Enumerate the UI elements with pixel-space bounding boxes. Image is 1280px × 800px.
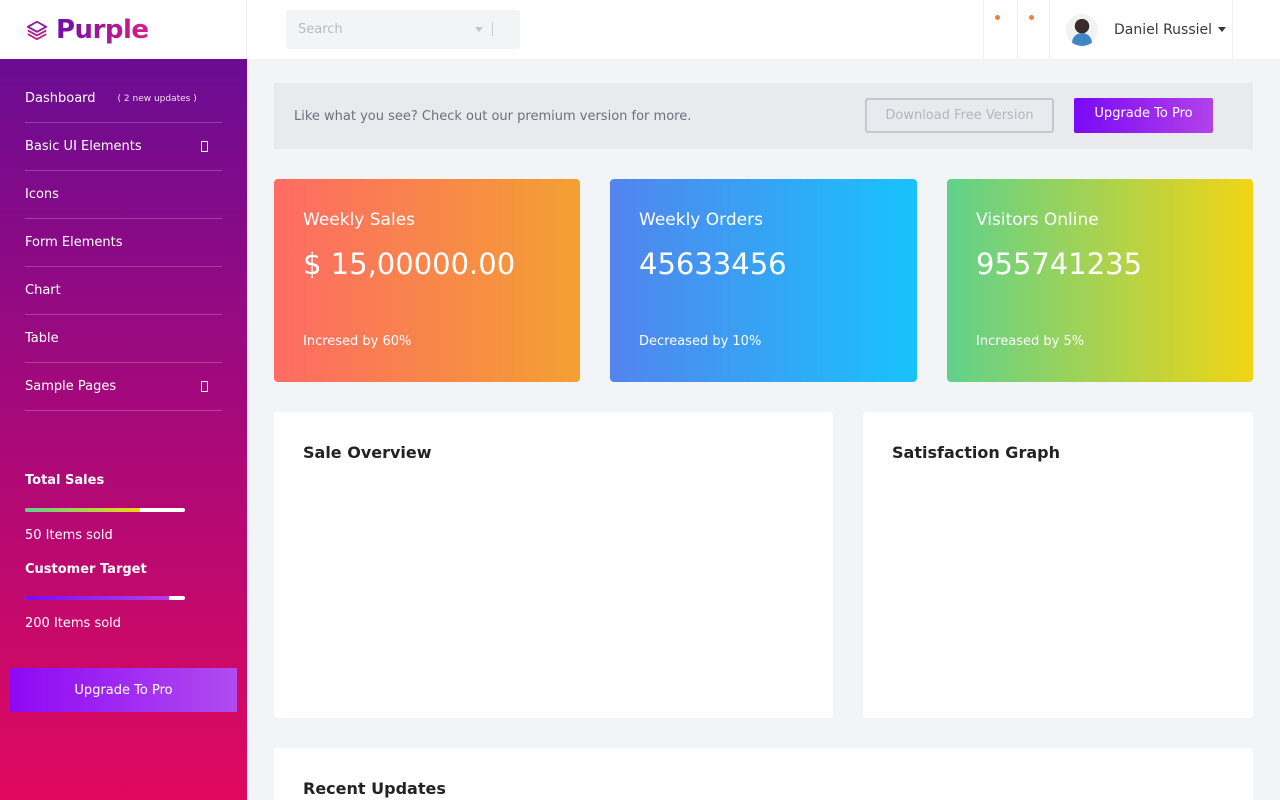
customer-target-progress <box>25 596 185 600</box>
sidebar-item-label: Basic UI Elements <box>25 139 142 154</box>
weekly-sales-card: Weekly Sales $ 15,00000.00 Incresed by 6… <box>274 179 580 382</box>
satisfaction-graph-panel: Satisfaction Graph <box>863 412 1253 718</box>
upgrade-button[interactable]: Upgrade To Pro <box>1074 98 1213 133</box>
chevron-down-icon[interactable] <box>1218 27 1227 32</box>
sidebar-item-icons[interactable]: Icons <box>25 171 222 219</box>
visitors-online-card: Visitors Online 955741235 Increased by 5… <box>947 179 1253 382</box>
panel-title: Satisfaction Graph <box>892 443 1060 462</box>
card-value: $ 15,00000.00 <box>303 247 516 281</box>
expand-icon[interactable] <box>201 381 208 392</box>
sidebar-item-label: Dashboard <box>25 91 96 106</box>
total-sales-subtitle: 50 Items sold <box>25 528 113 543</box>
total-sales-progress-fill <box>25 508 141 512</box>
user-name[interactable]: Daniel Russiel <box>1114 22 1212 38</box>
weekly-orders-card: Weekly Orders 45633456 Decreased by 10% <box>610 179 917 382</box>
brand-name: Purple <box>56 14 149 45</box>
customer-target-subtitle: 200 Items sold <box>25 616 122 631</box>
customer-target-title: Customer Target <box>25 562 147 577</box>
avatar[interactable] <box>1066 13 1098 46</box>
user-menu[interactable]: Daniel Russiel <box>1049 0 1233 59</box>
panel-title: Recent Updates <box>303 779 446 798</box>
banner-text: Like what you see? Check out our premium… <box>294 108 692 124</box>
recent-updates-panel: Recent Updates <box>274 748 1253 800</box>
messages-button[interactable] <box>1017 0 1049 59</box>
message-dot-icon <box>1029 15 1034 20</box>
card-note: Increased by 5% <box>976 334 1085 349</box>
sale-overview-panel: Sale Overview <box>274 412 833 718</box>
sidebar-upgrade-button[interactable]: Upgrade To Pro <box>10 668 237 712</box>
sidebar-item-table[interactable]: Table <box>25 315 222 363</box>
search-input[interactable] <box>298 22 468 37</box>
download-free-button[interactable]: Download Free Version <box>865 98 1054 133</box>
sidebar-item-sample-pages[interactable]: Sample Pages <box>25 363 222 411</box>
sidebar-item-label: Sample Pages <box>25 379 117 394</box>
sidebar-item-label: Table <box>25 331 59 346</box>
expand-icon[interactable] <box>201 141 208 152</box>
total-sales-title: Total Sales <box>25 473 105 488</box>
layers-icon <box>26 20 48 40</box>
card-value: 45633456 <box>639 247 787 281</box>
customer-target-progress-fill <box>25 596 169 600</box>
card-note: Decreased by 10% <box>639 334 762 349</box>
sidebar-item-label: Icons <box>25 187 59 202</box>
promo-banner: Like what you see? Check out our premium… <box>274 83 1253 149</box>
sidebar-item-dashboard[interactable]: Dashboard ( 2 new updates ) <box>25 75 222 123</box>
sidebar-item-form-elements[interactable]: Form Elements <box>25 219 222 267</box>
search-divider <box>492 22 493 36</box>
card-label: Weekly Sales <box>303 210 416 230</box>
sidebar-menu: Dashboard ( 2 new updates ) Basic UI Ele… <box>25 75 222 411</box>
total-sales-progress <box>25 508 185 512</box>
updates-badge: ( 2 new updates ) <box>117 93 197 104</box>
brand-logo[interactable]: Purple <box>0 0 247 59</box>
search-box[interactable] <box>286 10 520 49</box>
sidebar-item-chart[interactable]: Chart <box>25 267 222 315</box>
card-label: Visitors Online <box>976 210 1099 230</box>
sidebar-item-label: Form Elements <box>25 235 123 250</box>
card-label: Weekly Orders <box>639 210 763 230</box>
card-note: Incresed by 60% <box>303 334 412 349</box>
notifications-button[interactable] <box>983 0 1017 59</box>
panel-title: Sale Overview <box>303 443 432 462</box>
sidebar-item-label: Chart <box>25 283 61 298</box>
sidebar: Dashboard ( 2 new updates ) Basic UI Ele… <box>0 59 247 800</box>
top-navbar: Purple Daniel Russiel <box>0 0 1280 59</box>
card-value: 955741235 <box>976 247 1143 281</box>
chevron-down-icon[interactable] <box>475 27 483 32</box>
notification-dot-icon <box>995 15 1000 20</box>
sidebar-item-basic-ui-elements[interactable]: Basic UI Elements <box>25 123 222 171</box>
